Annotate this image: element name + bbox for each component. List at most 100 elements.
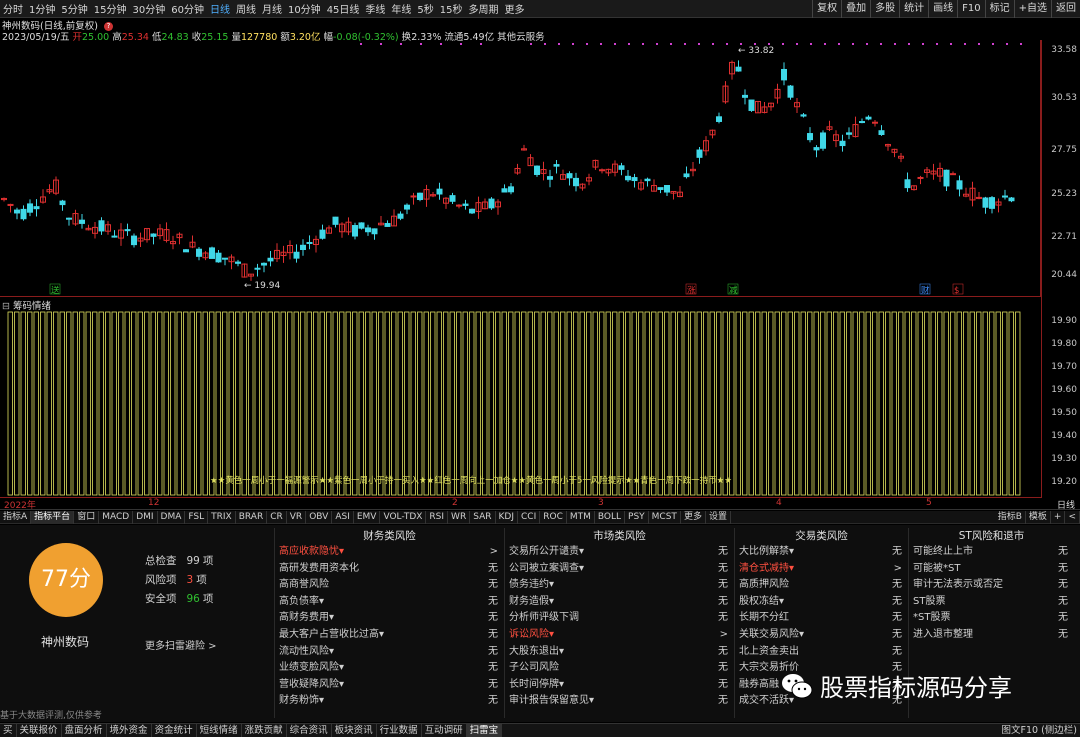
bottom-tab[interactable]: 盘面分析 [62, 723, 107, 737]
risk-item[interactable]: 债务违约▾ 无 [505, 577, 734, 594]
period-tab[interactable]: 多周期 [466, 1, 502, 16]
indicator-tab[interactable]: 指标A [0, 510, 32, 524]
risk-item[interactable]: 财务粉饰▾ 无 [275, 693, 504, 710]
risk-item[interactable]: 长时间停牌▾ 无 [505, 677, 734, 694]
period-tab[interactable]: 30分钟 [129, 1, 168, 16]
indicator-tab[interactable]: ASI [332, 510, 354, 524]
more-scan-link[interactable]: 更多扫雷避险 > [145, 637, 217, 652]
indicator-tab[interactable]: ROC [540, 510, 567, 524]
risk-item[interactable]: 股权冻结▾ 无 [735, 594, 908, 611]
toolbar-button[interactable]: 返回 [1051, 0, 1080, 18]
bottom-right-label[interactable]: 图文F10 (侧边栏) [1002, 724, 1078, 737]
indicator-tab[interactable]: PSY [625, 510, 649, 524]
toolbar-button[interactable]: +自选 [1013, 0, 1051, 18]
risk-item[interactable]: 营收疑降风险▾ 无 [275, 677, 504, 694]
period-tab[interactable]: 月线 [259, 1, 285, 16]
indicator-tab[interactable]: MTM [567, 510, 595, 524]
indicator-tab[interactable]: DMA [158, 510, 186, 524]
bottom-tab[interactable]: 关联报价 [17, 723, 62, 737]
bottom-tab[interactable]: 境外资金 [107, 723, 152, 737]
period-tab[interactable]: 年线 [388, 1, 414, 16]
period-tab[interactable]: 5秒 [414, 1, 436, 16]
period-tab[interactable]: 分时 [0, 1, 26, 16]
indicator-tab[interactable]: MCST [649, 510, 681, 524]
indicator-tab[interactable]: DMI [133, 510, 158, 524]
period-tab[interactable]: 60分钟 [168, 1, 207, 16]
bottom-tab[interactable]: 行业数据 [377, 723, 422, 737]
bottom-tab[interactable]: 资金统计 [152, 723, 197, 737]
risk-item[interactable]: 北上资金卖出 无 [735, 644, 908, 661]
bottom-tab[interactable]: 短线情绪 [197, 723, 242, 737]
risk-item[interactable]: 高应收款隐忧▾ > [275, 544, 504, 561]
risk-item[interactable]: 大比例解禁▾ 无 [735, 544, 908, 561]
indicator-tab[interactable]: TRIX [208, 510, 236, 524]
indicator-tab-right[interactable]: 模板 [1026, 511, 1051, 524]
risk-item[interactable]: 关联交易风险▾ 无 [735, 627, 908, 644]
period-tab[interactable]: 45日线 [324, 1, 363, 16]
indicator-tab[interactable]: CR [267, 510, 287, 524]
indicator-tab[interactable]: FSL [185, 510, 209, 524]
risk-item[interactable]: 最大客户占营收比过高▾ 无 [275, 627, 504, 644]
toolbar-button[interactable]: 标记 [984, 0, 1014, 18]
bottom-tab[interactable]: 扫雷宝 [466, 723, 503, 737]
risk-item[interactable]: 高质押风险 无 [735, 577, 908, 594]
period-tab[interactable]: 10分钟 [285, 1, 324, 16]
indicator-tab[interactable]: EMV [354, 510, 381, 524]
toolbar-button[interactable]: F10 [957, 0, 984, 18]
risk-item[interactable]: 审计报告保留意见▾ 无 [505, 693, 734, 710]
indicator-gear-icon[interactable]: ⊟ [2, 301, 10, 312]
indicator-tab[interactable]: CCI [518, 510, 541, 524]
risk-item[interactable]: 可能被*ST 无 [909, 561, 1074, 578]
indicator-tab[interactable]: BRAR [236, 510, 268, 524]
indicator-tab-right[interactable]: < [1065, 511, 1080, 524]
indicator-tab[interactable]: VOL-TDX [380, 510, 427, 524]
risk-item[interactable]: 财务造假▾ 无 [505, 594, 734, 611]
risk-item[interactable]: 大股东退出▾ 无 [505, 644, 734, 661]
bottom-tab[interactable]: 板块资讯 [332, 723, 377, 737]
indicator-tab[interactable]: 更多 [681, 510, 706, 524]
period-tab[interactable]: 季线 [362, 1, 388, 16]
indicator-panel[interactable] [0, 298, 1041, 498]
risk-item[interactable]: 可能终止上市 无 [909, 544, 1074, 561]
risk-item[interactable]: ST股票 无 [909, 594, 1074, 611]
risk-item[interactable]: 交易所公开谴责▾ 无 [505, 544, 734, 561]
indicator-tab[interactable]: MACD [99, 510, 134, 524]
period-tab[interactable]: 日线 [207, 1, 233, 16]
risk-item[interactable]: 高商誉风险 无 [275, 577, 504, 594]
risk-item[interactable]: 诉讼风险▾ > [505, 627, 734, 644]
period-tab[interactable]: 15秒 [437, 1, 466, 16]
risk-item[interactable]: 高财务费用▾ 无 [275, 610, 504, 627]
bottom-tab[interactable]: 综合资讯 [287, 723, 332, 737]
indicator-tab[interactable]: 窗口 [74, 510, 100, 524]
bottom-tab[interactable]: 买 [0, 723, 17, 737]
indicator-tab[interactable]: RSI [426, 510, 449, 524]
toolbar-button[interactable]: 复权 [812, 0, 841, 18]
risk-item[interactable]: 子公司风险 无 [505, 660, 734, 677]
period-tab[interactable]: 15分钟 [91, 1, 130, 16]
toolbar-button[interactable]: 画线 [928, 0, 957, 18]
risk-item[interactable]: 清仓式减持▾ > [735, 561, 908, 578]
risk-item[interactable]: 公司被立案调查▾ 无 [505, 561, 734, 578]
indicator-tab[interactable]: 指标平台 [31, 510, 75, 524]
indicator-tab[interactable]: 设置 [706, 510, 731, 524]
indicator-tab[interactable]: SAR [470, 510, 496, 524]
bottom-tab[interactable]: 涨跌贡献 [242, 723, 287, 737]
indicator-tab[interactable]: KDJ [496, 510, 518, 524]
period-tab[interactable]: 5分钟 [58, 1, 90, 16]
indicator-tab[interactable]: VR [287, 510, 307, 524]
period-tab[interactable]: 1分钟 [26, 1, 58, 16]
risk-item[interactable]: 高研发费用资本化 无 [275, 561, 504, 578]
candlestick-chart[interactable]: ← 33.82 ← 19.94 送 涨 减 财 $ [0, 40, 1041, 297]
bottom-tab[interactable]: 互动调研 [422, 723, 467, 737]
risk-item[interactable]: 分析师评级下调 无 [505, 610, 734, 627]
risk-item[interactable]: 业绩变脸风险▾ 无 [275, 660, 504, 677]
risk-item[interactable]: 审计无法表示或否定 无 [909, 577, 1074, 594]
toolbar-button[interactable]: 统计 [899, 0, 928, 18]
toolbar-button[interactable]: 叠加 [841, 0, 870, 18]
toolbar-button[interactable]: 多股 [870, 0, 899, 18]
risk-item[interactable]: *ST股票 无 [909, 610, 1074, 627]
indicator-tab-right[interactable]: 指标B [995, 511, 1026, 524]
risk-item[interactable]: 长期不分红 无 [735, 610, 908, 627]
risk-item[interactable]: 流动性风险▾ 无 [275, 644, 504, 661]
risk-item[interactable]: 进入退市整理 无 [909, 627, 1074, 644]
